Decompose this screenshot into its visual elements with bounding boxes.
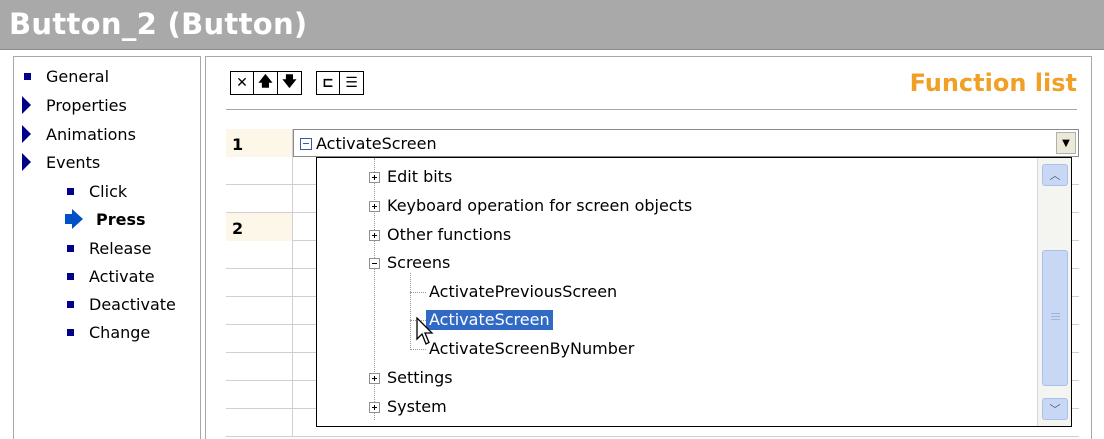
chevron-down-icon[interactable]: ▼ bbox=[1056, 132, 1076, 154]
selected-arrow-icon bbox=[65, 209, 83, 229]
nav-item-label: Release bbox=[89, 238, 152, 258]
mouse-pointer-icon bbox=[416, 317, 434, 345]
tree-item[interactable]: ActivatePreviousScreen bbox=[429, 282, 617, 302]
expand-icon[interactable] bbox=[369, 373, 380, 384]
expand-icon[interactable] bbox=[369, 172, 380, 183]
nav-item-general[interactable]: General bbox=[24, 63, 109, 89]
nav-item-events[interactable]: Events bbox=[22, 149, 100, 175]
move-up-button[interactable]: 🡅 bbox=[254, 71, 278, 95]
nav-item-label: Deactivate bbox=[89, 294, 176, 314]
tree-item-selected[interactable]: ActivateScreen bbox=[426, 310, 553, 330]
divider bbox=[226, 109, 1077, 110]
title-bar: Button_2 (Button) bbox=[0, 0, 1104, 50]
nav-item-label: General bbox=[46, 66, 110, 86]
nav-item-animations[interactable]: Animations bbox=[22, 121, 136, 147]
row-number: 1 bbox=[226, 129, 293, 157]
function-value: ActivateScreen bbox=[316, 134, 437, 153]
nav-item-label: Click bbox=[89, 181, 128, 201]
tree-item[interactable]: Edit bits bbox=[387, 167, 452, 187]
nav-item-activate[interactable]: Activate bbox=[67, 263, 155, 289]
nav-item-change[interactable]: Change bbox=[67, 319, 150, 345]
collapse-icon[interactable] bbox=[369, 258, 380, 269]
nav-item-click[interactable]: Click bbox=[67, 178, 127, 204]
nav-item-label: Properties bbox=[46, 95, 127, 115]
scroll-up-icon[interactable]: ︿ bbox=[1042, 164, 1068, 186]
bullet-icon bbox=[67, 244, 74, 252]
dropdown-scrollbar[interactable]: ︿ ﹀ bbox=[1037, 158, 1071, 426]
left-navigation: General Properties Animations Events Cli… bbox=[13, 56, 201, 439]
tree-item[interactable]: ActivateScreenByNumber bbox=[429, 339, 634, 359]
bullet-icon bbox=[67, 272, 74, 280]
expand-arrow-icon bbox=[22, 96, 31, 114]
collapse-icon[interactable] bbox=[300, 138, 312, 150]
nav-item-label: Events bbox=[46, 152, 101, 172]
scroll-down-icon[interactable]: ﹀ bbox=[1042, 398, 1068, 420]
move-down-button[interactable]: 🡇 bbox=[278, 71, 302, 95]
bullet-icon bbox=[67, 187, 74, 195]
tree-item[interactable]: Screens bbox=[387, 253, 450, 273]
bullet-icon bbox=[67, 300, 74, 308]
nav-item-properties[interactable]: Properties bbox=[22, 92, 127, 118]
nav-item-label: Press bbox=[96, 209, 146, 229]
function-dropdown-tree[interactable]: Edit bits Keyboard operation for screen … bbox=[316, 157, 1072, 427]
window-title: Button_2 (Button) bbox=[9, 7, 308, 41]
bullet-icon bbox=[67, 328, 74, 336]
nav-item-release[interactable]: Release bbox=[67, 235, 152, 261]
tree-item[interactable]: Other functions bbox=[387, 225, 511, 245]
expand-icon[interactable] bbox=[369, 201, 380, 212]
function-list-title: Function list bbox=[909, 69, 1077, 97]
nav-item-label: Activate bbox=[89, 266, 155, 286]
nav-item-label: Change bbox=[89, 322, 151, 342]
list-button[interactable]: ☰ bbox=[340, 71, 364, 95]
scroll-thumb[interactable] bbox=[1042, 250, 1068, 386]
table-row[interactable]: 1 ActivateScreen ▼ bbox=[226, 129, 1079, 157]
expand-arrow-icon bbox=[22, 153, 31, 171]
expand-icon[interactable] bbox=[369, 402, 380, 413]
nav-item-press[interactable]: Press bbox=[65, 206, 146, 232]
expand-icon[interactable] bbox=[369, 230, 380, 241]
nav-item-deactivate[interactable]: Deactivate bbox=[67, 291, 176, 317]
bullet-icon bbox=[24, 72, 31, 80]
delete-button[interactable]: ✕ bbox=[230, 71, 254, 95]
tree-item[interactable]: Settings bbox=[387, 368, 453, 388]
function-select[interactable]: ActivateScreen ▼ bbox=[293, 129, 1079, 157]
expand-arrow-icon bbox=[22, 125, 31, 143]
nav-item-label: Animations bbox=[46, 124, 136, 144]
tree-item[interactable]: Keyboard operation for screen objects bbox=[387, 196, 692, 216]
indent-button[interactable]: ⊏ bbox=[316, 71, 340, 95]
function-toolbar: ✕ 🡅 🡇 ⊏ ☰ bbox=[230, 71, 364, 95]
tree-item[interactable]: System bbox=[387, 397, 447, 417]
row-number: 2 bbox=[226, 213, 293, 241]
